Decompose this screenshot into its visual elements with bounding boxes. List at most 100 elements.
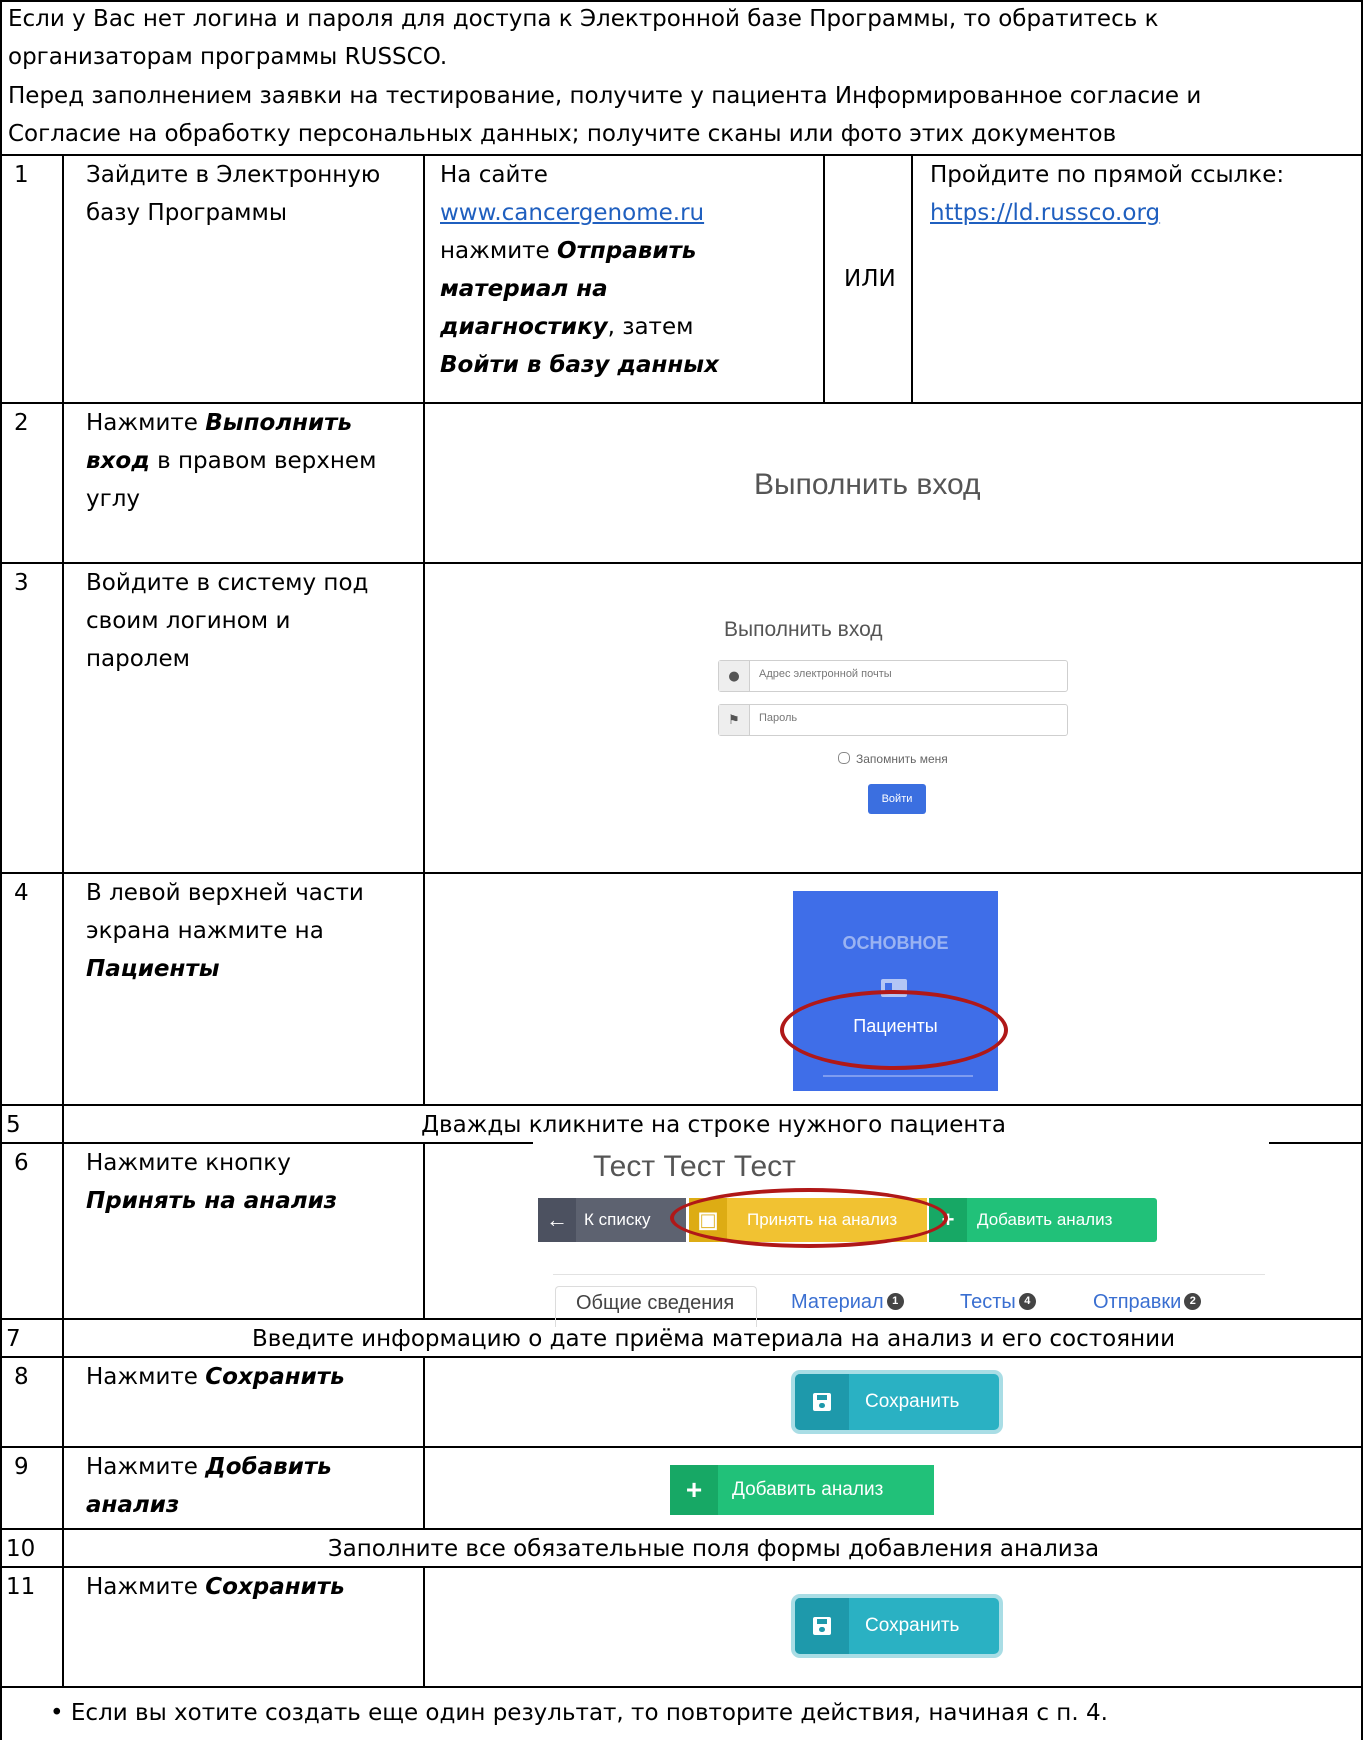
col-rule	[62, 1142, 64, 1318]
step-number: 4	[14, 880, 29, 906]
count-badge: 1	[886, 1293, 904, 1310]
col-rule	[62, 154, 64, 1104]
step-bold: анализ	[86, 1492, 180, 1518]
floppy-disk-icon	[795, 1598, 849, 1654]
step-text: паролем	[86, 646, 191, 672]
col-rule	[62, 1356, 64, 1528]
col-rule	[62, 1566, 64, 1686]
step-text: своим логином и	[86, 608, 291, 634]
password-placeholder: Пароль	[759, 712, 798, 724]
cancergenome-link[interactable]: www.cancergenome.ru	[440, 194, 704, 232]
tab-label: Отправки	[1093, 1291, 1182, 1313]
step-number: 11	[6, 1574, 36, 1600]
col-rule	[423, 1142, 425, 1318]
floppy-disk-icon	[795, 1374, 849, 1430]
step-bold: вход	[86, 448, 150, 474]
step-text: вход в правом верхнем	[86, 442, 376, 480]
patient-name: Тест Тест Тест	[593, 1150, 796, 1183]
email-placeholder: Адрес электронной почты	[759, 668, 892, 680]
tab-label: Тесты	[960, 1291, 1016, 1313]
save-button[interactable]: Сохранить	[795, 1598, 999, 1654]
password-field[interactable]: ⚑ Пароль	[718, 704, 1068, 736]
instruction-document: Если у Вас нет логина и пароля для досту…	[0, 0, 1363, 1740]
step-number: 1	[14, 162, 29, 188]
tab-shipments[interactable]: Отправки 2	[1093, 1291, 1202, 1314]
tab-material[interactable]: Материал 1	[791, 1291, 904, 1314]
option-bold: Войти в базу данных	[440, 352, 719, 378]
option-text: нажмите	[440, 238, 558, 264]
intro-line: Согласие на обработку персональных данны…	[8, 121, 1117, 147]
save-label: Сохранить	[865, 1391, 960, 1412]
step-number: 6	[14, 1150, 29, 1176]
option-bold: материал на	[440, 276, 608, 302]
add-label: Добавить анализ	[732, 1479, 884, 1500]
login-form-screenshot: Выполнить вход ● Адрес электронной почты…	[690, 604, 1082, 844]
footer-note: • Если вы хотите создать еще один резуль…	[50, 1694, 1108, 1732]
step-bold: Сохранить	[205, 1364, 345, 1390]
intro-line: организаторам программы RUSSCO.	[8, 44, 448, 70]
remember-label: Запомнить меня	[856, 752, 948, 766]
add-analysis-button[interactable]: + Добавить анализ	[929, 1198, 1157, 1242]
option-text: нажмите Отправить	[440, 232, 696, 270]
col-rule	[423, 1356, 425, 1528]
sidebar-section-title: ОСНОВНОЕ	[842, 933, 949, 953]
key-icon: ⚑	[719, 705, 750, 735]
tab-label: Материал	[791, 1291, 884, 1313]
step-text: Войдите в систему под	[86, 570, 369, 596]
step-text: в правом верхнем	[149, 448, 377, 474]
email-field[interactable]: ● Адрес электронной почты	[718, 660, 1068, 692]
checkbox-icon	[838, 752, 850, 764]
option-text: , затем	[607, 314, 694, 340]
step-number: 7	[6, 1326, 21, 1352]
step-text: Нажмите Сохранить	[86, 1358, 345, 1396]
intro-line: Если у Вас нет логина и пароля для досту…	[8, 6, 1159, 32]
tab-tests[interactable]: Тесты 4	[960, 1291, 1036, 1314]
col-rule	[423, 154, 425, 1104]
option-bold: Отправить	[557, 238, 697, 264]
option-bold: диагностику	[440, 314, 608, 340]
step-text: Нажмите	[86, 1454, 206, 1480]
add-label: Добавить анализ	[977, 1210, 1113, 1229]
intro-line: Перед заполнением заявки на тестирование…	[8, 83, 1202, 109]
login-link-screenshot[interactable]: Выполнить вход	[754, 468, 981, 502]
step-number: 10	[6, 1536, 36, 1562]
col-rule	[911, 154, 913, 402]
step-text: Нажмите	[86, 410, 206, 436]
step-bold: Принять на анализ	[86, 1188, 338, 1214]
border-left	[0, 0, 2, 1740]
russco-link[interactable]: https://ld.russco.org	[930, 194, 1160, 232]
option-text: диагностику, затем	[440, 308, 693, 346]
step-text: Зайдите в Электронную	[86, 162, 381, 188]
back-to-list-button[interactable]: ← К списку	[538, 1198, 686, 1242]
step-number: 5	[6, 1112, 21, 1138]
login-submit-button[interactable]: Войти	[868, 784, 926, 814]
step-text: Введите информацию о дате приёма материа…	[251, 1326, 1176, 1352]
remember-checkbox[interactable]: Запомнить меня	[838, 752, 948, 766]
step-text: Нажмите Выполнить	[86, 404, 352, 442]
step-text: Дважды кликните на строке нужного пациен…	[421, 1112, 1006, 1138]
count-badge: 4	[1018, 1293, 1036, 1310]
arrow-left-icon: ←	[538, 1198, 576, 1242]
option-text: На сайте	[440, 162, 548, 188]
add-analysis-button[interactable]: + Добавить анализ	[670, 1465, 934, 1515]
count-badge: 2	[1184, 1293, 1202, 1310]
highlight-ellipse	[670, 1188, 948, 1248]
step-text: Нажмите	[86, 1364, 206, 1390]
step-bold: Выполнить	[205, 410, 353, 436]
step-bold: Добавить	[205, 1454, 332, 1480]
step-text: Нажмите Добавить	[86, 1448, 332, 1486]
bullet-icon: •	[50, 1700, 71, 1726]
save-button[interactable]: Сохранить	[795, 1374, 999, 1430]
divider	[553, 1274, 1265, 1275]
col-rule	[823, 154, 825, 402]
divider	[823, 1075, 973, 1077]
step-text: Заполните все обязательные поля формы до…	[327, 1536, 1100, 1562]
disk-shape	[813, 1393, 831, 1411]
step-text: экрана нажмите на	[86, 918, 324, 944]
step-text: базу Программы	[86, 200, 288, 226]
step-text: углу	[86, 486, 141, 512]
user-icon: ●	[719, 661, 750, 691]
step-bold: Пациенты	[86, 956, 220, 982]
step-number: 3	[14, 570, 29, 596]
login-title: Выполнить вход	[724, 618, 883, 641]
